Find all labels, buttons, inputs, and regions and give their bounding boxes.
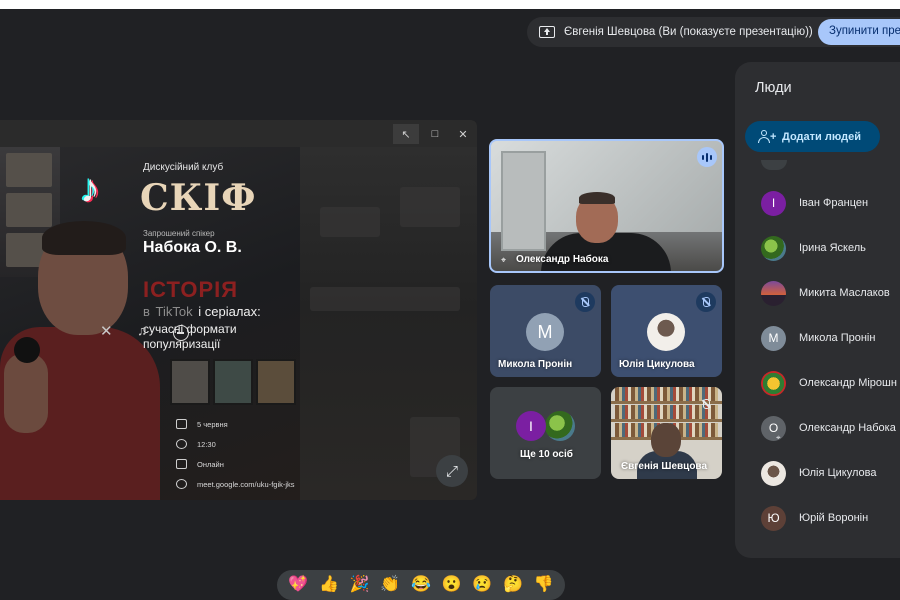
participant-name: Микола Пронін (799, 332, 876, 344)
shared-screen-window: ↖ □ ✕ ♪ Дискусійний клуб СКІФ Запрошений… (0, 120, 477, 500)
add-person-icon: + (758, 129, 776, 144)
tile-name-mykola: Микола Пронін (498, 359, 573, 370)
top-edge-strip (0, 0, 900, 9)
avatar (761, 280, 786, 306)
add-people-label: Додати людей (782, 130, 861, 143)
poster-topic-line: в TikTok і серіалах: (143, 304, 261, 319)
participant-row[interactable]: О ⌖ Олександр Набока (735, 411, 900, 445)
participant-row[interactable]: I Іван Францен (735, 186, 900, 220)
tiktok-logo-icon: ♪ (80, 167, 100, 211)
poster-subtitle: сучасні формати популяризації (143, 322, 237, 351)
participant-name: Юлія Цикулова (799, 467, 877, 479)
event-poster: ♪ Дискусійний клуб СКІФ Запрошений спіке… (0, 147, 300, 500)
link-icon (176, 479, 187, 489)
avatar: Ю (761, 505, 786, 531)
tile-name-self: Євгенія Шевцова (621, 461, 708, 472)
participant-row[interactable]: Ю Юрій Воронін (735, 501, 900, 535)
avatar (545, 411, 575, 441)
poster-speaker-name: Набока О. В. (143, 239, 242, 256)
thumbs-down-reaction-icon[interactable]: 👎 (534, 576, 554, 594)
avatar (647, 313, 685, 351)
poster-speaker-label: Запрошений спікер (143, 229, 215, 238)
avatar: M (761, 325, 786, 351)
pin-icon: ⌖ (501, 255, 507, 265)
calendar-icon (176, 419, 187, 429)
close-icon[interactable]: ✕ (450, 124, 476, 144)
avatar: I (516, 411, 546, 441)
poster-history-heading: ІСТОРІЯ (143, 277, 239, 302)
remove-icon[interactable] (173, 325, 189, 341)
clap-reaction-icon[interactable]: 👏 (380, 576, 400, 594)
add-people-button[interactable]: + Додати людей (745, 121, 880, 152)
participant-name: Олександр Набока (799, 422, 896, 434)
laugh-reaction-icon[interactable]: 😂 (411, 576, 431, 594)
thinking-reaction-icon[interactable]: 🤔 (503, 576, 523, 594)
participant-row[interactable]: Юлія Цикулова (735, 456, 900, 490)
maximize-icon[interactable]: □ (422, 124, 448, 144)
speaking-indicator-icon (697, 147, 717, 167)
sad-reaction-icon[interactable]: 😢 (472, 576, 492, 594)
people-panel-title: Люди (755, 80, 792, 96)
avatar (761, 460, 786, 486)
muted-mic-icon (696, 292, 716, 312)
avatar: I (761, 190, 786, 216)
window-titlebar: ↖ □ ✕ (0, 120, 477, 147)
thumbs-up-reaction-icon[interactable]: 👍 (319, 576, 339, 594)
avatar: О (761, 415, 786, 441)
more-participants-label: Ще 10 осіб (520, 449, 573, 460)
reactions-bar: 💖 👍 🎉 👏 😂 😮 😢 🤔 👎 (277, 570, 565, 600)
participant-name: Олександр Мірошн (799, 377, 897, 389)
people-panel: Люди + Додати людей I Іван Францен Ірина… (735, 62, 900, 558)
poster-link-row: meet.google.com/uku-fgik-jks (176, 479, 295, 489)
poster-thumbnails (170, 359, 296, 407)
blurred-background (300, 147, 477, 500)
monitor-icon (176, 459, 187, 469)
muted-mic-icon (696, 394, 716, 414)
pin-icon: ⌖ (776, 433, 781, 442)
avatar (761, 370, 786, 396)
avatar: M (526, 313, 564, 351)
cursor-icon[interactable]: ↖ (393, 124, 419, 144)
presenting-text: Євгенія Шевцова (Ви (показуєте презентац… (564, 26, 813, 38)
tile-name-main: Олександр Набока (516, 254, 609, 265)
stop-presenting-button[interactable]: Зупинити пре (818, 19, 900, 45)
more-participants-tile[interactable]: I Ще 10 осіб (490, 387, 601, 479)
avatar (761, 235, 786, 261)
speaker-photo (0, 221, 160, 500)
participant-name: Іван Францен (799, 197, 869, 209)
partial-avatar (761, 160, 787, 170)
poster-format-row: Онлайн (176, 459, 224, 469)
tile-name-yulia: Юлія Цикулова (619, 359, 695, 370)
muted-mic-icon (575, 292, 595, 312)
participant-row[interactable]: Ірина Яскель (735, 231, 900, 265)
participant-row[interactable]: Микита Маслаков (735, 276, 900, 310)
poster-club-label: Дискусійний клуб (143, 162, 224, 173)
clock-icon (176, 439, 187, 449)
surprised-reaction-icon[interactable]: 😮 (442, 576, 462, 594)
unpin-icon[interactable]: ✕ (100, 322, 113, 340)
poster-time-row: 12:30 (176, 439, 216, 449)
expand-icon[interactable]: ⤢ (436, 455, 468, 487)
participant-row[interactable]: M Микола Пронін (735, 321, 900, 355)
party-reaction-icon[interactable]: 🎉 (350, 576, 370, 594)
poster-title: СКІФ (140, 177, 257, 219)
participant-row[interactable]: Олександр Мірошн (735, 366, 900, 400)
present-screen-icon (539, 26, 555, 38)
participant-name: Ірина Яскель (799, 242, 866, 254)
mute-icon[interactable]: ♫ (137, 322, 148, 338)
heart-reaction-icon[interactable]: 💖 (288, 576, 308, 594)
participant-name: Юрій Воронін (799, 512, 869, 524)
participant-name: Микита Маслаков (799, 287, 890, 299)
participant-tile-main[interactable]: ⌖ Олександр Набока (489, 139, 724, 273)
poster-date-row: 5 червня (176, 419, 228, 429)
